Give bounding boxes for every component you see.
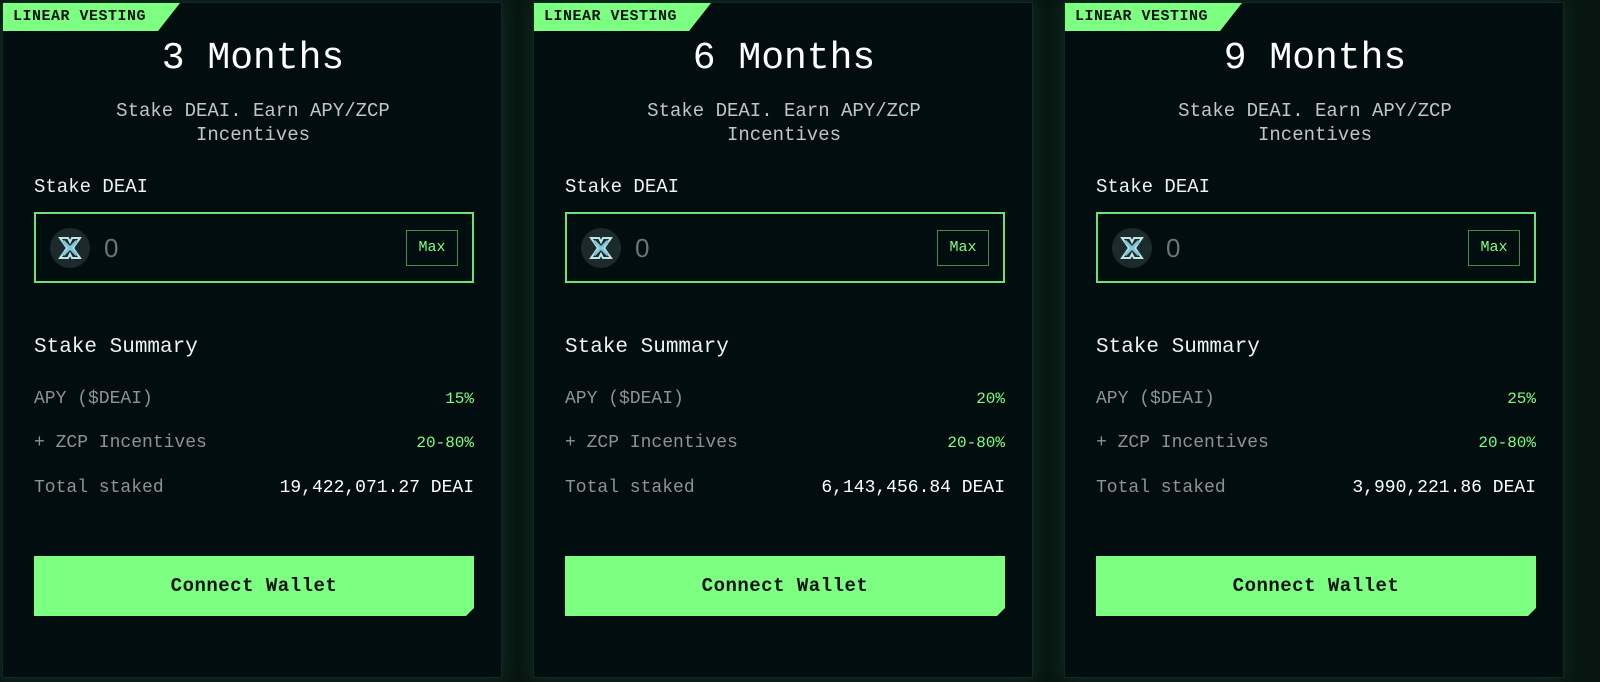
staking-card-6-months: LINEAR VESTING 6 Months Stake DEAI. Earn… — [533, 2, 1033, 678]
connect-wallet-button[interactable]: Connect Wallet — [565, 556, 1005, 616]
apy-value: 20% — [976, 390, 1005, 408]
deai-token-icon — [581, 228, 621, 268]
stake-summary-title: Stake Summary — [34, 336, 198, 359]
stake-input-box: Max — [1096, 212, 1536, 283]
summary-row-total: Total staked 3,990,221.86 DEAI — [1096, 476, 1536, 500]
total-staked-value: 6,143,456.84 DEAI — [821, 478, 1005, 498]
connect-wallet-button[interactable]: Connect Wallet — [1096, 556, 1536, 616]
summary-row-zcp: + ZCP Incentives 20-80% — [1096, 431, 1536, 455]
card-title: 9 Months — [1223, 37, 1407, 80]
staking-card-3-months: LINEAR VESTING 3 Months Stake DEAI. Earn… — [2, 2, 502, 678]
summary-row-apy: APY ($DEAI) 25% — [1096, 387, 1536, 411]
summary-row-total: Total staked 19,422,071.27 DEAI — [34, 476, 474, 500]
total-staked-label: Total staked — [1096, 478, 1226, 498]
summary-row-total: Total staked 6,143,456.84 DEAI — [565, 476, 1005, 500]
zcp-label: + ZCP Incentives — [34, 433, 207, 453]
max-button[interactable]: Max — [1468, 230, 1520, 266]
vesting-badge: LINEAR VESTING — [3, 3, 180, 31]
zcp-value: 20-80% — [947, 434, 1005, 452]
stake-summary-title: Stake Summary — [565, 336, 729, 359]
apy-label: APY ($DEAI) — [1096, 389, 1215, 409]
card-subtitle: Stake DEAI. Earn APY/ZCP Incentives — [647, 100, 921, 146]
zcp-label: + ZCP Incentives — [565, 433, 738, 453]
apy-label: APY ($DEAI) — [34, 389, 153, 409]
max-button[interactable]: Max — [937, 230, 989, 266]
deai-token-icon — [1112, 228, 1152, 268]
staking-card-9-months: LINEAR VESTING 9 Months Stake DEAI. Earn… — [1064, 2, 1564, 678]
total-staked-value: 19,422,071.27 DEAI — [279, 478, 474, 498]
card-subtitle: Stake DEAI. Earn APY/ZCP Incentives — [116, 100, 390, 146]
vesting-badge: LINEAR VESTING — [534, 3, 711, 31]
summary-row-apy: APY ($DEAI) 15% — [34, 387, 474, 411]
summary-row-apy: APY ($DEAI) 20% — [565, 387, 1005, 411]
stake-amount-input[interactable] — [104, 232, 384, 264]
stake-label: Stake DEAI — [1096, 176, 1211, 198]
stake-summary-title: Stake Summary — [1096, 336, 1260, 359]
deai-token-icon — [50, 228, 90, 268]
zcp-label: + ZCP Incentives — [1096, 433, 1269, 453]
zcp-value: 20-80% — [1478, 434, 1536, 452]
apy-value: 15% — [445, 390, 474, 408]
stake-label: Stake DEAI — [565, 176, 680, 198]
vesting-badge: LINEAR VESTING — [1065, 3, 1242, 31]
apy-value: 25% — [1507, 390, 1536, 408]
stake-amount-input[interactable] — [635, 232, 915, 264]
total-staked-value: 3,990,221.86 DEAI — [1352, 478, 1536, 498]
staking-cards: LINEAR VESTING 3 Months Stake DEAI. Earn… — [0, 0, 1600, 682]
zcp-value: 20-80% — [416, 434, 474, 452]
stake-input-box: Max — [565, 212, 1005, 283]
stake-input-box: Max — [34, 212, 474, 283]
connect-wallet-button[interactable]: Connect Wallet — [34, 556, 474, 616]
total-staked-label: Total staked — [34, 478, 164, 498]
stake-amount-input[interactable] — [1166, 232, 1446, 264]
stake-label: Stake DEAI — [34, 176, 149, 198]
card-subtitle: Stake DEAI. Earn APY/ZCP Incentives — [1178, 100, 1452, 146]
summary-row-zcp: + ZCP Incentives 20-80% — [565, 431, 1005, 455]
max-button[interactable]: Max — [406, 230, 458, 266]
apy-label: APY ($DEAI) — [565, 389, 684, 409]
total-staked-label: Total staked — [565, 478, 695, 498]
card-title: 6 Months — [692, 37, 876, 80]
summary-row-zcp: + ZCP Incentives 20-80% — [34, 431, 474, 455]
card-title: 3 Months — [161, 37, 345, 80]
